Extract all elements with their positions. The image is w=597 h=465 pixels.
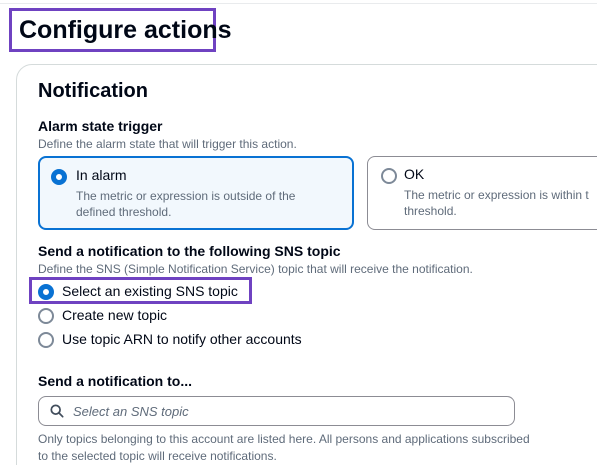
alarm-state-option-ok[interactable]: OK The metric or expression is within t … — [367, 156, 597, 230]
radio-unselected-icon[interactable] — [381, 168, 397, 184]
top-divider — [0, 3, 597, 4]
sns-topic-search[interactable] — [38, 396, 515, 426]
page-title: Configure actions — [9, 8, 232, 52]
option-label: Create new topic — [62, 307, 168, 323]
configure-actions-page: Configure actions Notification Alarm sta… — [0, 0, 597, 465]
radio-selected-icon[interactable] — [51, 169, 67, 185]
radio-selected-icon[interactable] — [38, 284, 54, 300]
send-to-label: Send a notification to... — [38, 373, 192, 389]
option-description-line-2: threshold. — [404, 204, 457, 218]
option-description: The metric or expression is within t thr… — [404, 187, 597, 219]
search-icon — [50, 404, 64, 418]
radio-unselected-icon[interactable] — [38, 332, 54, 348]
option-title: In alarm — [76, 167, 127, 183]
section-title: Notification — [38, 80, 148, 102]
sns-topic-search-input[interactable] — [73, 401, 503, 421]
sns-topic-description: Define the SNS (Simple Notification Serv… — [38, 262, 473, 276]
alarm-state-label: Alarm state trigger — [38, 118, 163, 134]
alarm-state-description: Define the alarm state that will trigger… — [38, 137, 297, 151]
option-description-line-1: The metric or expression is within t — [404, 188, 589, 202]
send-to-hint: Only topics belonging to this account ar… — [38, 432, 530, 463]
option-label: Select an existing SNS topic — [62, 283, 238, 299]
option-label: Use topic ARN to notify other accounts — [62, 331, 302, 347]
radio-unselected-icon[interactable] — [38, 308, 54, 324]
option-title: OK — [404, 166, 425, 182]
sns-topic-label: Send a notification to the following SNS… — [38, 243, 341, 259]
alarm-state-option-in-alarm[interactable]: In alarm The metric or expression is out… — [38, 156, 354, 230]
option-description: The metric or expression is outside of t… — [76, 189, 296, 219]
